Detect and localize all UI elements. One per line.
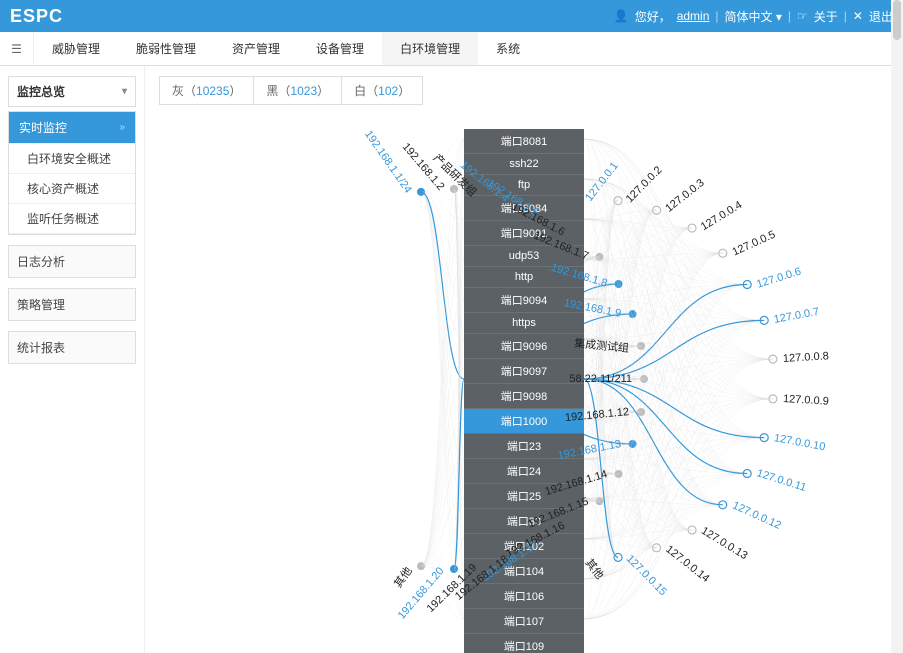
sidebar-item-1[interactable]: 白环境安全概述 bbox=[9, 144, 135, 174]
nav-item-4[interactable]: 白环境管理 bbox=[382, 32, 478, 65]
right-node-8[interactable]: 127.0.0.9 bbox=[783, 393, 830, 408]
nav-item-5[interactable]: 系统 bbox=[478, 32, 538, 65]
close-icon: ✕ bbox=[853, 9, 863, 23]
sep: | bbox=[715, 9, 718, 23]
port-item-9[interactable]: 端口9096 bbox=[464, 334, 584, 359]
user-link[interactable]: admin bbox=[677, 9, 710, 23]
main: 监控总览 ▾ 实时监控»白环境安全概述核心资产概述监听任务概述 日志分析策略管理… bbox=[0, 66, 903, 653]
nav-item-0[interactable]: 威胁管理 bbox=[34, 32, 118, 65]
greeting: 您好， bbox=[635, 8, 671, 25]
about-icon: ☞ bbox=[797, 9, 808, 23]
port-item-21[interactable]: 端口109 bbox=[464, 634, 584, 653]
lang-select[interactable]: 简体中文 ▾ bbox=[725, 8, 782, 25]
user-icon: 👤 bbox=[614, 9, 629, 23]
nav-item-1[interactable]: 脆弱性管理 bbox=[118, 32, 214, 65]
logout-link[interactable]: 退出 bbox=[869, 8, 893, 25]
sidebar-category-1[interactable]: 策略管理 bbox=[8, 288, 136, 321]
content: 灰（10235）黑（1023）白（102） 端口8081ssh22ftp端口80… bbox=[145, 66, 903, 653]
top-nav: ☰ 威胁管理脆弱性管理资产管理设备管理白环境管理系统 bbox=[0, 32, 903, 66]
sidebar-category-0[interactable]: 日志分析 bbox=[8, 245, 136, 278]
vertical-scrollbar[interactable] bbox=[891, 66, 903, 653]
sidebar: 监控总览 ▾ 实时监控»白环境安全概述核心资产概述监听任务概述 日志分析策略管理… bbox=[0, 66, 145, 653]
sep: | bbox=[844, 9, 847, 23]
app-header: ESPC 👤 您好， admin | 简体中文 ▾ | ☞ 关于 | ✕ 退出 bbox=[0, 0, 903, 32]
filter-tab-1[interactable]: 黑（1023） bbox=[254, 77, 342, 104]
sep: | bbox=[788, 9, 791, 23]
port-item-0[interactable]: 端口8081 bbox=[464, 129, 584, 154]
filter-tab-0[interactable]: 灰（10235） bbox=[160, 77, 254, 104]
logo: ESPC bbox=[10, 6, 63, 27]
port-item-11[interactable]: 端口9098 bbox=[464, 384, 584, 409]
menu-toggle-button[interactable]: ☰ bbox=[0, 32, 34, 65]
sidebar-item-2[interactable]: 核心资产概述 bbox=[9, 174, 135, 204]
caret-down-icon: ▾ bbox=[122, 86, 127, 97]
header-right: 👤 您好， admin | 简体中文 ▾ | ☞ 关于 | ✕ 退出 bbox=[614, 8, 893, 25]
filter-tab-2[interactable]: 白（102） bbox=[342, 77, 422, 104]
port-item-8[interactable]: https bbox=[464, 313, 584, 334]
chevron-right-icon: » bbox=[119, 122, 125, 133]
left-node-10[interactable]: 58.22.11/211 bbox=[569, 373, 632, 385]
port-item-10[interactable]: 端口9097 bbox=[464, 359, 584, 384]
relation-graph[interactable]: 端口8081ssh22ftp端口8084端口9091udp53http端口909… bbox=[159, 115, 889, 653]
sidebar-category-2[interactable]: 统计报表 bbox=[8, 331, 136, 364]
sidebar-list: 实时监控»白环境安全概述核心资产概述监听任务概述 bbox=[8, 111, 136, 235]
nav-item-3[interactable]: 设备管理 bbox=[298, 32, 382, 65]
sidebar-panel-title[interactable]: 监控总览 ▾ bbox=[8, 76, 136, 107]
about-link[interactable]: 关于 bbox=[814, 8, 838, 25]
sidebar-title-text: 监控总览 bbox=[17, 83, 65, 100]
nav-item-2[interactable]: 资产管理 bbox=[214, 32, 298, 65]
filter-tabs: 灰（10235）黑（1023）白（102） bbox=[159, 76, 423, 105]
port-item-19[interactable]: 端口106 bbox=[464, 584, 584, 609]
sidebar-item-0[interactable]: 实时监控» bbox=[9, 112, 135, 144]
sidebar-item-3[interactable]: 监听任务概述 bbox=[9, 204, 135, 234]
port-item-20[interactable]: 端口107 bbox=[464, 609, 584, 634]
